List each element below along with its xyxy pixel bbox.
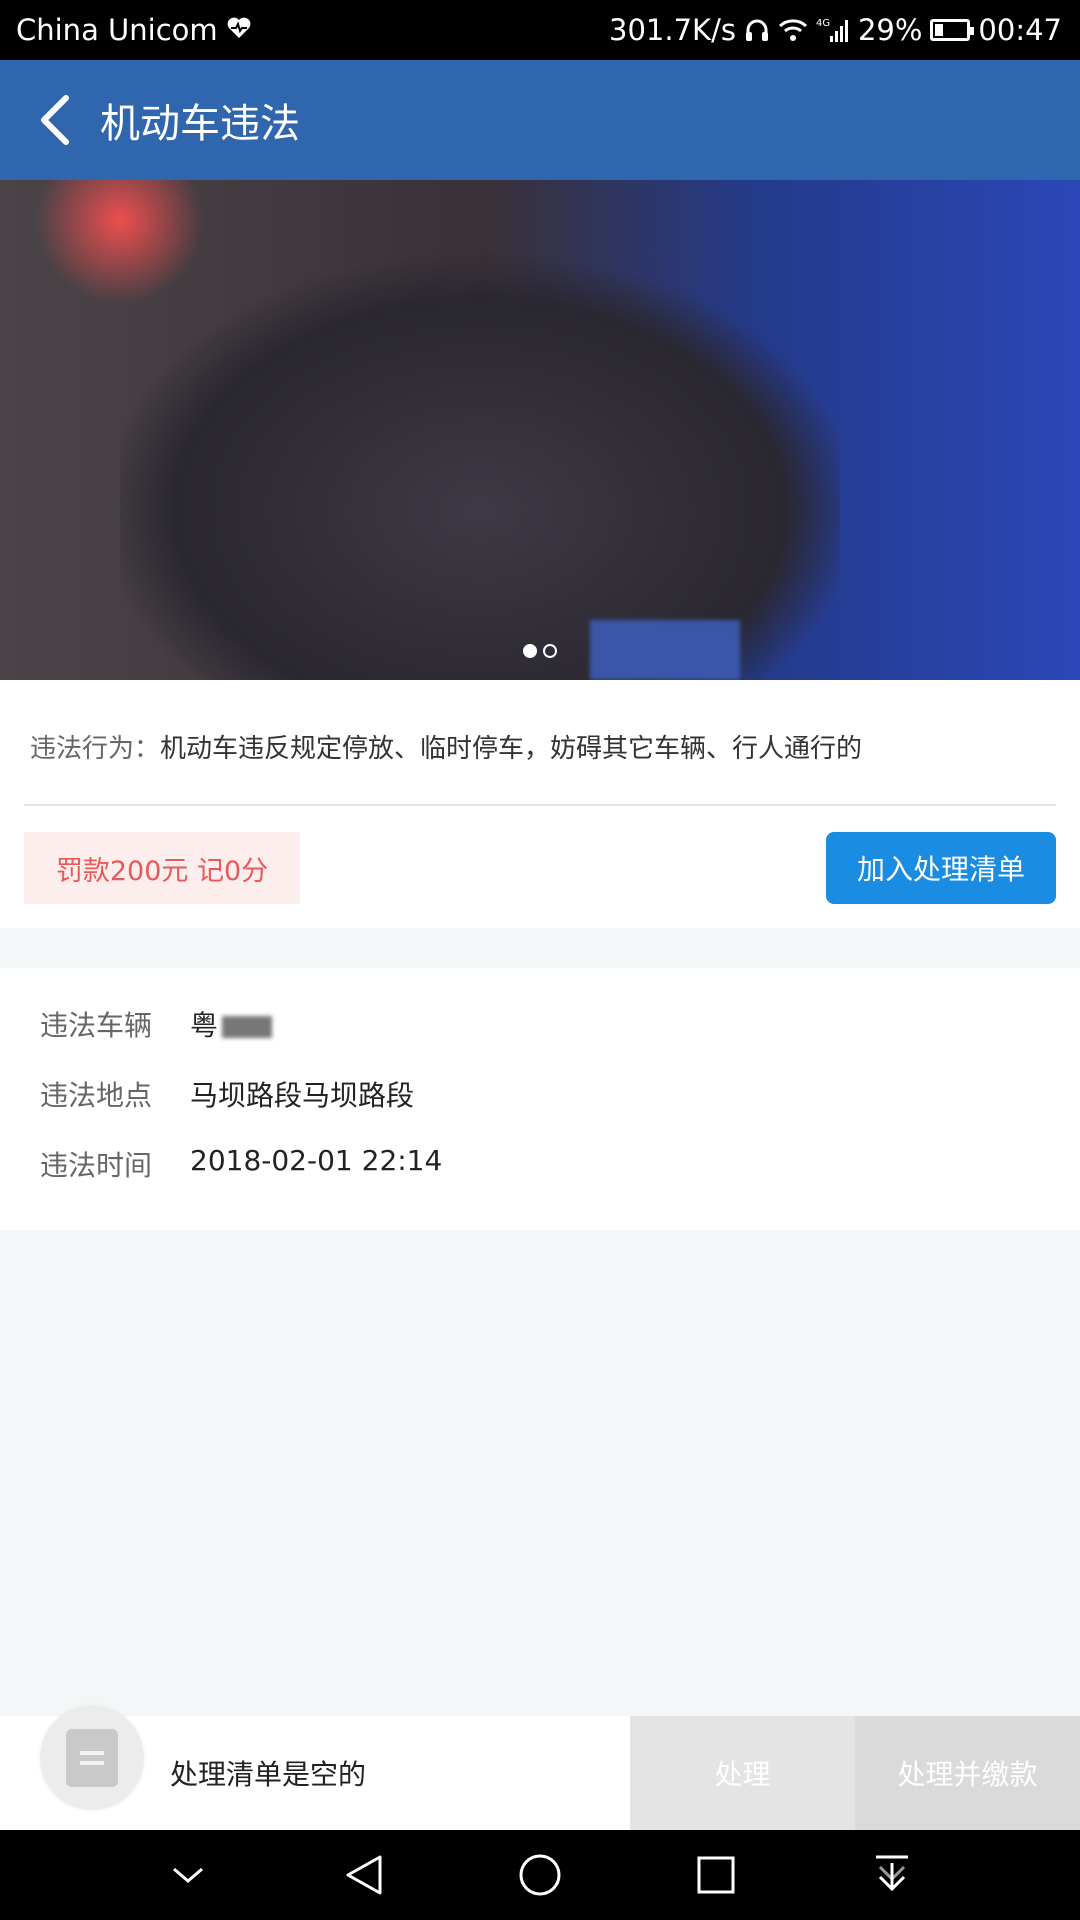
empty-list-text: 处理清单是空的 [170, 1758, 367, 1791]
violation-summary-card: 违法行为：机动车违反规定停放、临时停车，妨碍其它车辆、行人通行的 罚款200元 … [0, 680, 1080, 928]
carousel-dot-1 [523, 644, 537, 658]
heart-icon [226, 13, 252, 47]
location-label: 违法地点 [40, 1079, 153, 1112]
time-label: 违法时间 [40, 1149, 153, 1182]
detail-row-location: 违法地点 马坝路段马坝路段 [40, 1074, 414, 1114]
behavior-text: 机动车违反规定停放、临时停车，妨碍其它车辆、行人通行的 [160, 734, 863, 764]
battery-percent: 29% [857, 13, 923, 47]
vehicle-value: 粤 [190, 1004, 273, 1044]
chevron-down-icon[interactable] [158, 1845, 218, 1905]
bottom-action-bar: 处理清单是空的 处理 处理并缴款 [0, 1706, 1080, 1830]
detail-row-vehicle: 违法车辆 粤 [40, 1004, 273, 1044]
recents-square-icon[interactable] [686, 1845, 746, 1905]
blurred-plate-number [222, 1016, 273, 1038]
battery-icon [930, 19, 975, 41]
add-to-list-button[interactable]: 加入处理清单 [826, 832, 1056, 904]
carousel-dot-2 [543, 644, 557, 658]
network-speed: 301.7K/s [609, 13, 736, 47]
evidence-photo-carousel[interactable] [0, 180, 1080, 680]
carousel-indicator [0, 644, 1080, 658]
back-arrow-icon[interactable] [30, 90, 80, 150]
signal-icon: 4G [816, 16, 850, 44]
list-icon[interactable] [40, 1706, 144, 1810]
download-icon[interactable] [862, 1845, 922, 1905]
process-and-pay-button[interactable]: 处理并缴款 [855, 1716, 1080, 1830]
carrier-label: China Unicom [16, 13, 218, 47]
app-bar: 机动车违法 [0, 60, 1080, 180]
clock: 00:47 [978, 13, 1062, 47]
fine-badge: 罚款200元 记0分 [24, 832, 300, 904]
headphones-icon [744, 17, 770, 43]
divider [24, 804, 1056, 806]
status-bar: China Unicom 301.7K/s 4G 29% 00:47 [0, 0, 1080, 60]
vehicle-label: 违法车辆 [40, 1009, 153, 1042]
vehicle-prefix: 粤 [190, 1009, 219, 1042]
page-title: 机动车违法 [100, 101, 300, 147]
wifi-icon [778, 18, 808, 42]
car-photo [120, 180, 840, 680]
time-value: 2018-02-01 22:14 [190, 1144, 443, 1177]
behavior-label: 违法行为： [30, 734, 161, 764]
back-triangle-icon[interactable] [334, 1845, 394, 1905]
violation-details-card: 违法车辆 粤 违法地点 马坝路段马坝路段 违法时间 2018-02-01 22:… [0, 968, 1080, 1230]
network-type-label: 4G [816, 18, 830, 29]
system-nav-bar [0, 1830, 1080, 1920]
detail-row-time: 违法时间 2018-02-01 22:14 [40, 1144, 442, 1184]
process-button[interactable]: 处理 [630, 1716, 855, 1830]
location-value: 马坝路段马坝路段 [190, 1079, 415, 1112]
violation-behavior: 违法行为：机动车违反规定停放、临时停车，妨碍其它车辆、行人通行的 [30, 728, 862, 765]
home-circle-icon[interactable] [510, 1845, 570, 1905]
